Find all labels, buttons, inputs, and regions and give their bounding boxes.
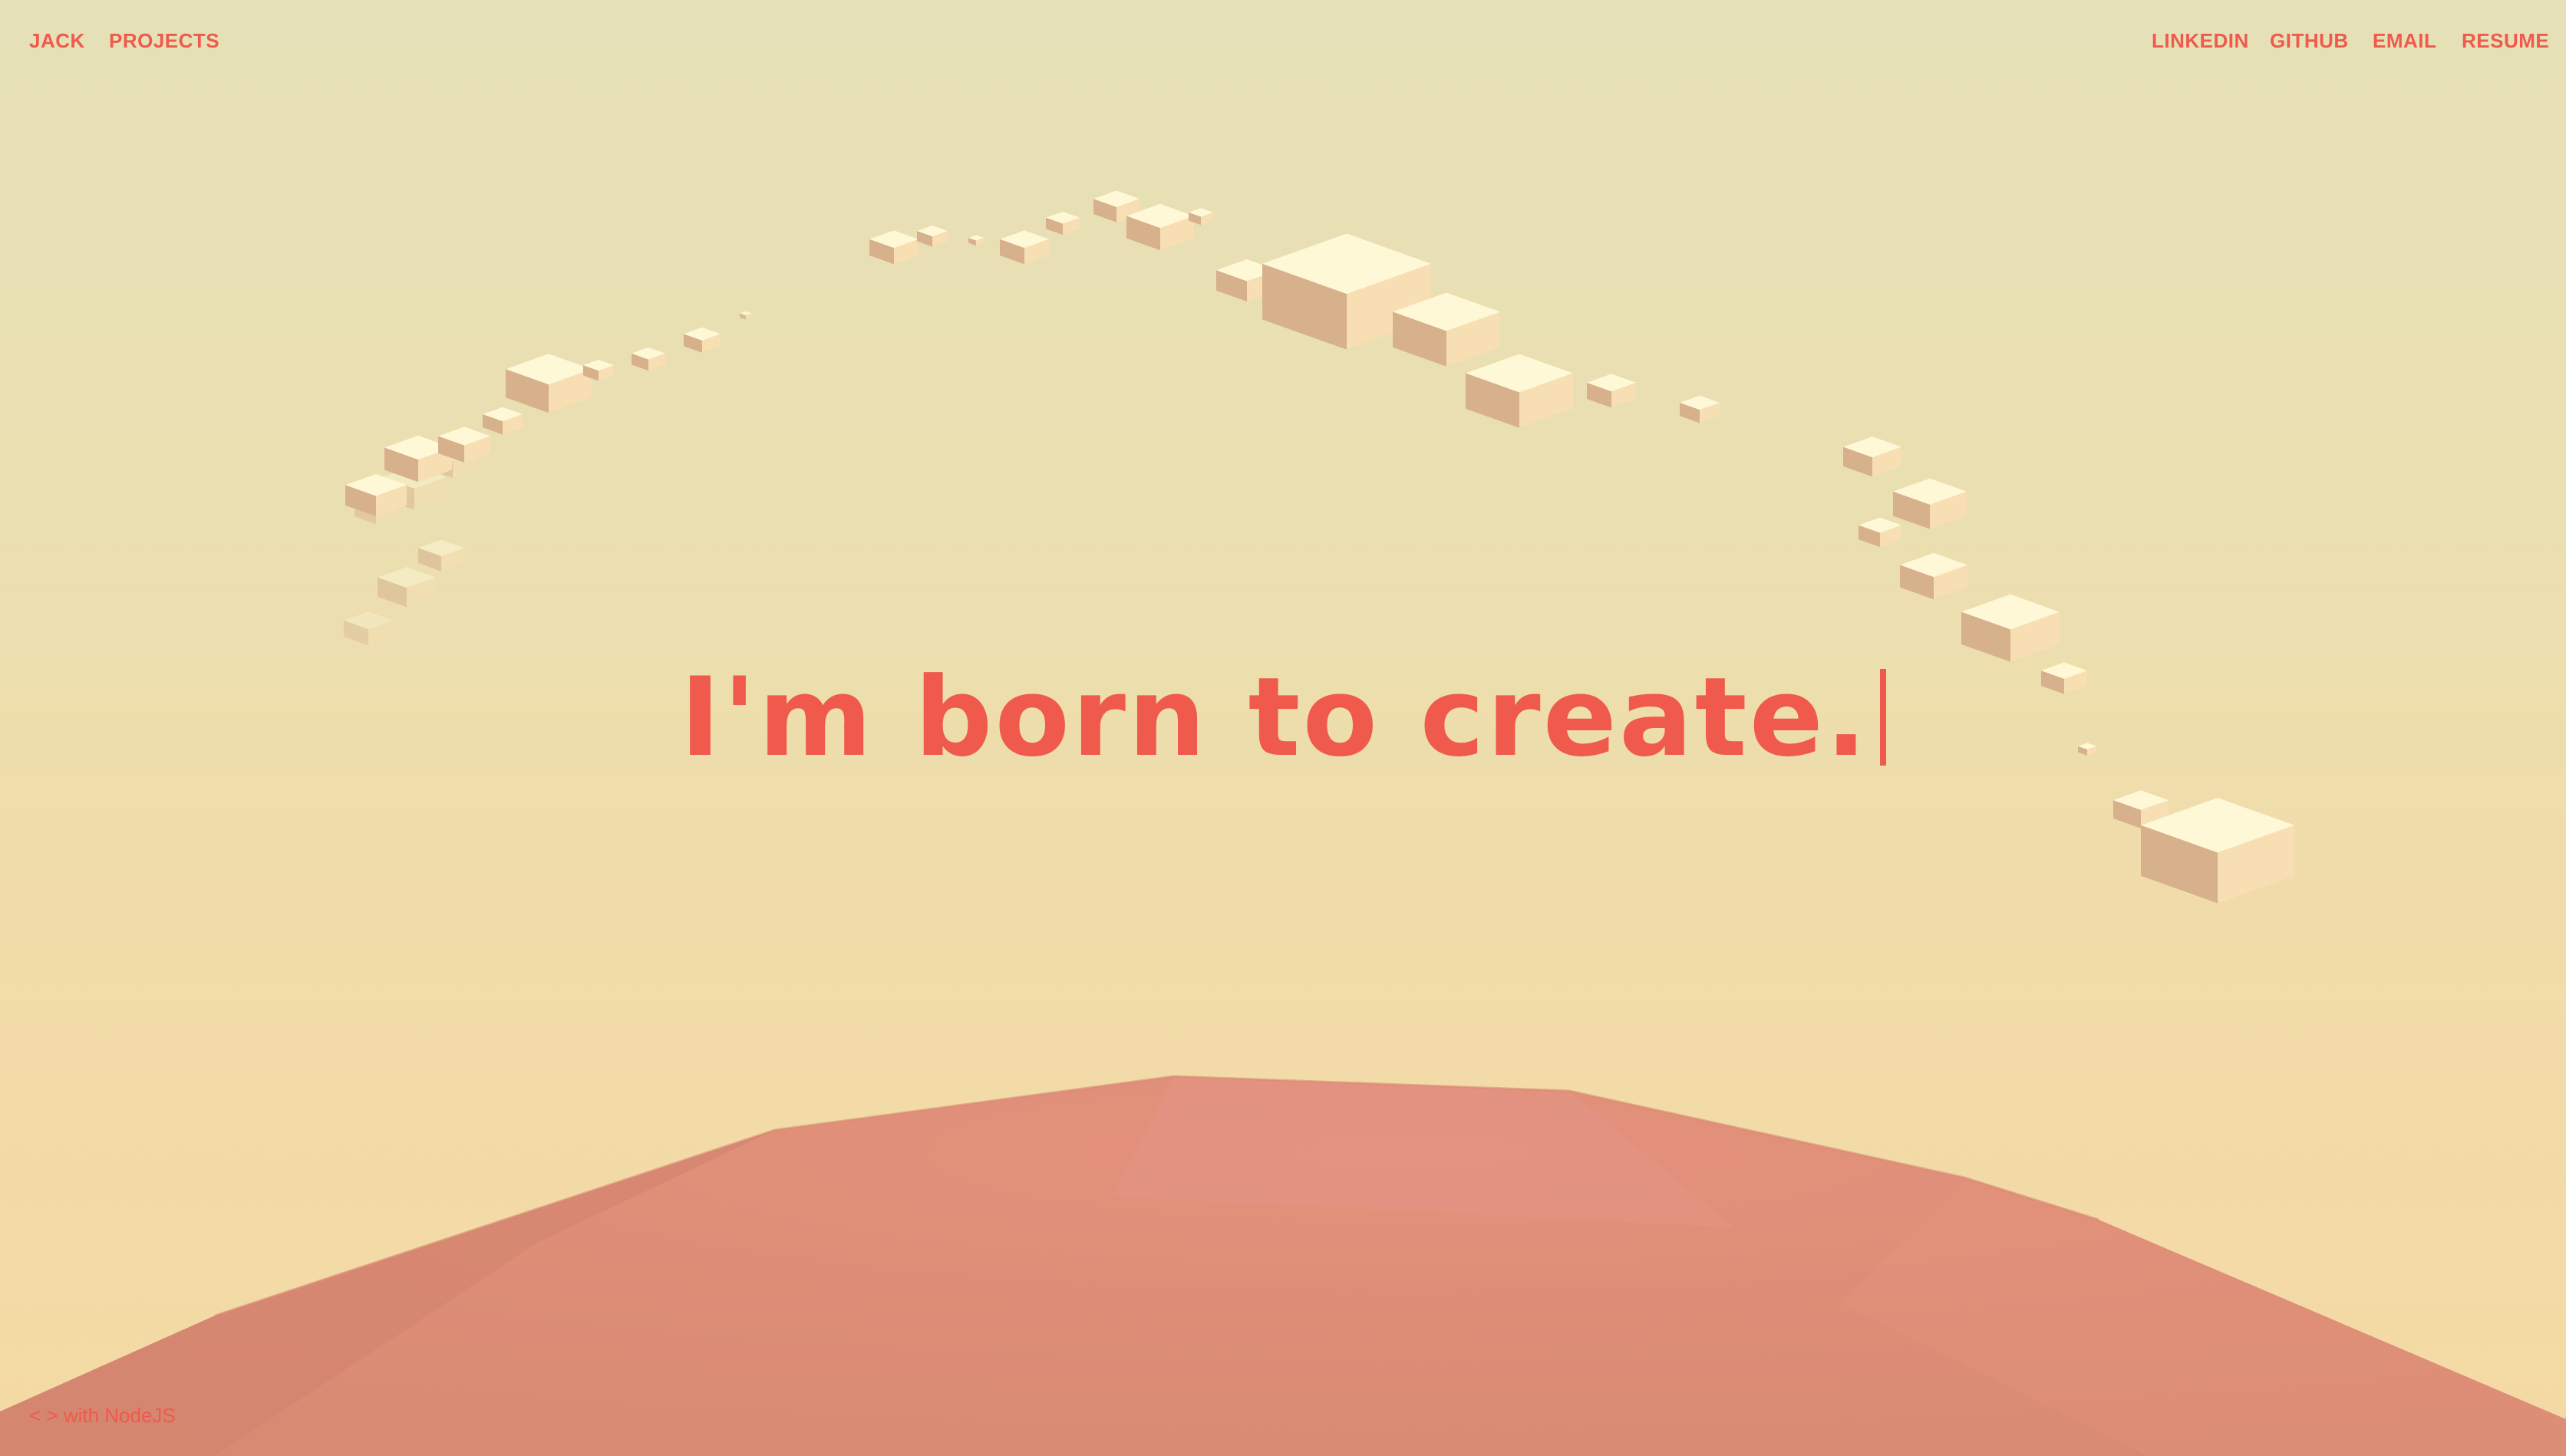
floating-cube — [968, 235, 984, 246]
nav-email-link[interactable]: EMAIL — [2373, 29, 2436, 53]
floating-cube — [378, 567, 436, 608]
nav-linkedin-link[interactable]: LINKEDIN — [2152, 29, 2249, 53]
floating-cube — [1900, 552, 1967, 600]
floating-cube — [1046, 211, 1080, 236]
footer-built-with-note: < > with NodeJS — [29, 1404, 176, 1427]
nav-github-link[interactable]: GITHUB — [2270, 29, 2349, 53]
floating-cubes-arc — [344, 190, 2294, 904]
nav-projects-link[interactable]: PROJECTS — [109, 29, 219, 53]
floating-cube — [1859, 517, 1901, 548]
floating-cube — [1843, 436, 1901, 477]
floating-cube — [1466, 354, 1573, 428]
floating-cube — [917, 226, 948, 247]
floating-cube — [1961, 594, 2060, 662]
floating-cube — [869, 230, 919, 265]
floating-cube — [1680, 395, 1720, 423]
nav-resume-link[interactable]: RESUME — [2462, 29, 2549, 53]
floating-cube — [506, 354, 592, 413]
floating-cube — [632, 347, 665, 371]
floating-cube — [740, 311, 752, 320]
low-poly-terrain — [0, 1075, 2566, 1456]
hero-headline: I'm born to create. — [0, 664, 2566, 772]
floating-cube — [483, 407, 523, 435]
hero-headline-text: I'm born to create. — [680, 654, 1869, 781]
floating-cube — [1893, 478, 1967, 529]
floating-cube — [418, 539, 464, 572]
floating-cube — [684, 327, 721, 353]
text-caret-icon — [1879, 669, 1886, 766]
floating-cube — [344, 611, 393, 646]
floating-cube — [1000, 230, 1049, 265]
nav-brand-link[interactable]: JACK — [29, 29, 85, 53]
floating-cube — [1587, 374, 1636, 408]
